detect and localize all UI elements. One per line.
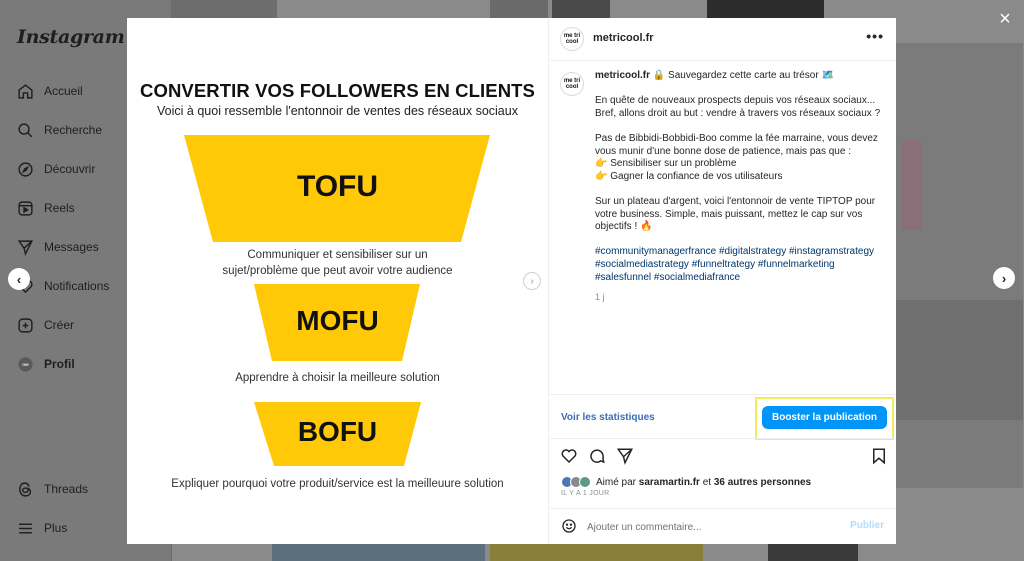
sidebar-item-profile[interactable]: me Profil (16, 355, 75, 373)
funnel-caption-tofu: Communiquer et sensibiliser sur un sujet… (127, 247, 548, 279)
sidebar-item-reels[interactable]: Reels (16, 199, 75, 217)
next-post-button[interactable]: › (993, 267, 1015, 289)
post-timestamp: IL Y A 1 JOUR (561, 490, 610, 497)
carousel-next-button[interactable]: › (523, 272, 541, 290)
comment-input[interactable] (587, 519, 837, 535)
sidebar-item-home[interactable]: Accueil (16, 82, 83, 100)
likes-prefix: Aimé par (596, 476, 639, 488)
view-insights-link[interactable]: Voir les statistiques (561, 412, 655, 423)
chevron-right-icon: › (530, 275, 534, 287)
instagram-logo[interactable]: Instagram (17, 26, 125, 48)
feed-thumbnail (902, 140, 922, 230)
caption-bullet: 👉 Sensibiliser sur un problème (595, 158, 737, 170)
comment-bubble-icon[interactable] (588, 447, 606, 465)
sidebar-item-messages[interactable]: Messages (16, 238, 99, 256)
chevron-left-icon: ‹ (16, 271, 22, 287)
comment-form: Publier (549, 508, 896, 544)
likes-others[interactable]: 36 autres personnes (714, 477, 811, 488)
sidebar-item-create[interactable]: Créer (16, 316, 74, 334)
post-image: CONVERTIR VOS FOLLOWERS EN CLIENTS Voici… (127, 18, 548, 544)
like-heart-icon[interactable] (560, 447, 578, 465)
sidebar-item-label: Notifications (44, 279, 110, 293)
more-horizontal-icon[interactable]: ••• (866, 28, 884, 44)
post-panel: me tri cool metricool.fr ••• me tri cool… (548, 18, 896, 544)
sidebar-item-label: Recherche (44, 123, 103, 137)
feed-thumbnail (272, 544, 485, 561)
caption-intro: 🔒 Sauvegardez cette carte au trésor 🗺️ (652, 70, 834, 81)
caption-avatar[interactable]: me tri cool (560, 72, 584, 96)
previous-post-button[interactable]: ‹ (8, 268, 30, 290)
emoji-icon[interactable] (561, 518, 577, 534)
send-icon (16, 238, 34, 256)
sidebar-item-search[interactable]: Recherche (16, 121, 102, 139)
likes-summary: Aimé par saramartin.fr et 36 autres pers… (561, 475, 811, 489)
header-username[interactable]: metricool.fr (593, 32, 654, 44)
search-icon (16, 121, 34, 139)
feed-thumbnail (552, 0, 610, 18)
likes-middle: et (699, 476, 714, 488)
feed-thumbnail (707, 0, 824, 18)
close-icon[interactable]: × (995, 9, 1015, 29)
caption-username[interactable]: metricool.fr (595, 70, 650, 81)
threads-icon (16, 480, 34, 498)
feed-thumbnail (896, 43, 1023, 488)
caption-paragraph: En quête de nouveaux prospects depuis vo… (595, 95, 881, 119)
post-header: me tri cool metricool.fr ••• (549, 18, 896, 61)
caption-time: 1 j (595, 291, 605, 302)
share-send-icon[interactable] (616, 447, 634, 465)
caption-bullet: 👉 Gagner la confiance de vos utilisateur… (595, 170, 783, 182)
publish-button[interactable]: Publier (850, 520, 884, 531)
avatar-icon: me (16, 355, 34, 373)
liker-avatar (579, 476, 591, 488)
sidebar-item-label: Threads (44, 482, 89, 496)
funnel-caption-bofu: Expliquer pourquoi votre produit/service… (171, 478, 504, 490)
caption-paragraph: Pas de Bibbidi-Bobbidi-Boo comme la fée … (595, 133, 887, 183)
feed-thumbnail (490, 0, 548, 18)
svg-text:me: me (22, 361, 29, 366)
feed-thumbnail (490, 544, 703, 561)
plus-square-icon (16, 316, 34, 334)
sidebar-item-label: Créer (44, 318, 75, 332)
home-icon (16, 82, 34, 100)
funnel-caption-mofu: Apprendre à choisir la meilleure solutio… (235, 372, 440, 384)
boost-post-button[interactable]: Booster la publication (762, 406, 887, 429)
caption-line: sujet/problème que peut avoir votre audi… (222, 265, 453, 277)
funnel-label-tofu: TOFU (296, 170, 379, 203)
sidebar-item-label: Reels (44, 201, 75, 215)
sidebar-item-label: Découvrir (44, 162, 96, 176)
sidebar-item-notifications[interactable]: Notifications (16, 277, 109, 295)
likes-user[interactable]: saramartin.fr (639, 477, 700, 488)
funnel-label-mofu: MOFU (296, 305, 379, 336)
post-actions (549, 438, 896, 472)
insights-row: Voir les statistiques Booster la publica… (549, 394, 896, 440)
sidebar-item-explore[interactable]: Découvrir (16, 160, 95, 178)
menu-icon (16, 519, 34, 537)
feed-thumbnail (172, 0, 277, 18)
feed-thumbnail (896, 300, 1023, 420)
compass-icon (16, 160, 34, 178)
chevron-right-icon: › (1001, 270, 1007, 286)
funnel-graphic (184, 135, 490, 466)
caption-paragraph: Sur un plateau d'argent, voici l'entonno… (595, 195, 876, 233)
avatar[interactable]: me tri cool (560, 27, 584, 51)
bookmark-icon[interactable] (870, 447, 888, 465)
sidebar-item-threads[interactable]: Threads (16, 480, 88, 498)
post-caption: metricool.fr 🔒 Sauvegardez cette carte a… (595, 70, 887, 303)
caption-hashtags[interactable]: #communitymanagerfrance #digitalstrategy… (595, 246, 887, 284)
likes-text[interactable]: Aimé par saramartin.fr et 36 autres pers… (596, 477, 811, 488)
caption-text: Pas de Bibbidi-Bobbidi-Boo comme la fée … (595, 132, 878, 157)
sidebar-item-label: Plus (44, 521, 68, 535)
sidebar-item-label: Accueil (44, 84, 83, 98)
caption-line: Communiquer et sensibiliser sur un (247, 249, 428, 261)
sidebar-item-label: Messages (44, 240, 99, 254)
reels-icon (16, 199, 34, 217)
sidebar-item-label: Profil (44, 357, 75, 371)
sidebar-item-more[interactable]: Plus (16, 519, 67, 537)
funnel-label-bofu: BOFU (297, 416, 378, 447)
feed-thumbnail (768, 544, 858, 561)
